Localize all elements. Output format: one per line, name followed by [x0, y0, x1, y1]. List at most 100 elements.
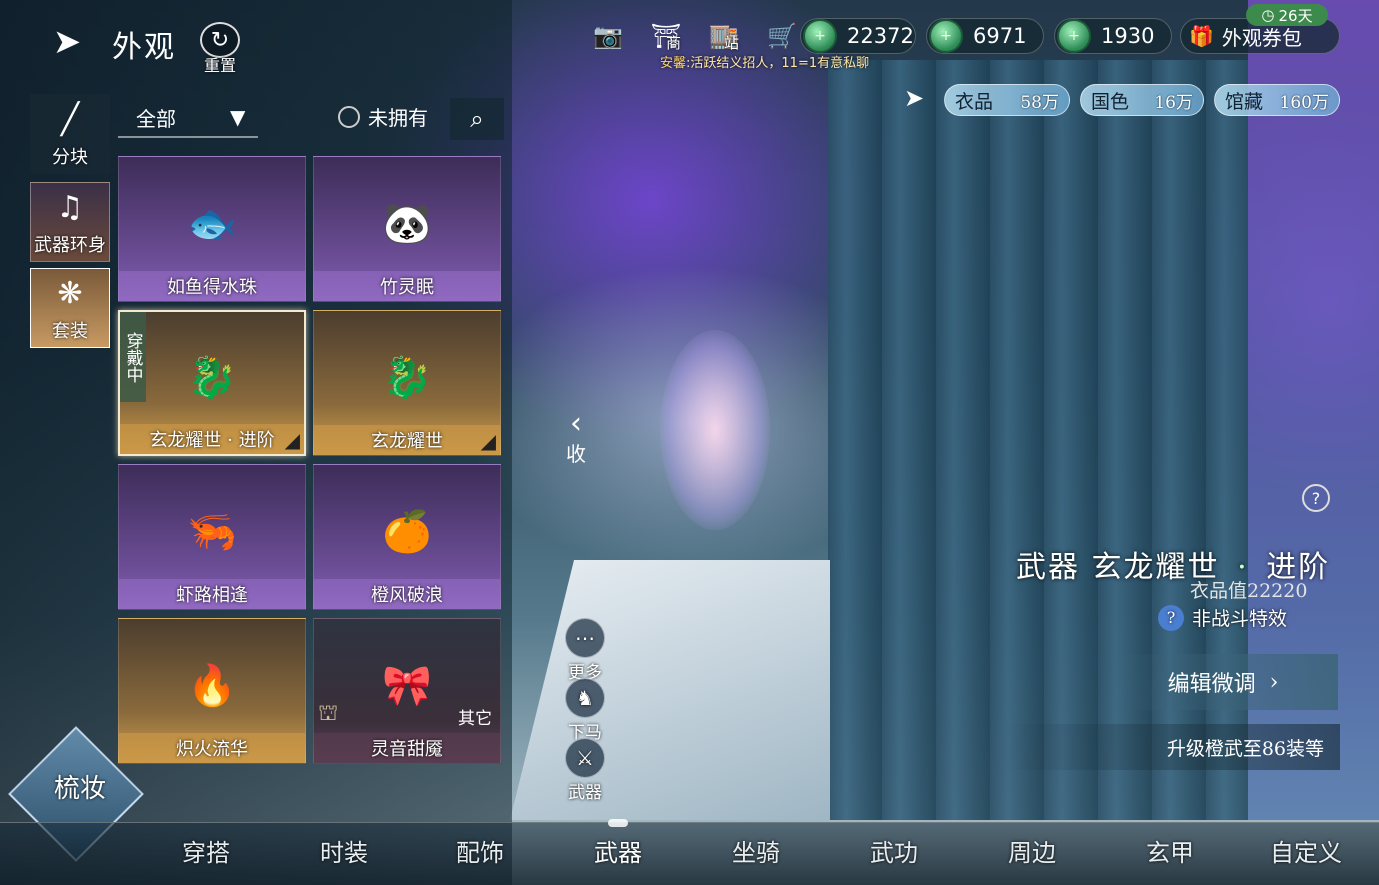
notice-text: :活跃结义招人，11=1有意私聊 — [686, 56, 870, 71]
quality-value: 衣品值22220 — [1190, 580, 1308, 602]
unowned-filter-toggle[interactable]: 未拥有 — [338, 102, 428, 131]
item-name: 竹灵眠 — [314, 271, 500, 301]
corner-mark-icon: ◢ — [284, 428, 300, 452]
cart-icon: 🛒 — [767, 22, 797, 50]
unowned-label: 未拥有 — [368, 106, 428, 130]
tab-armor[interactable]: 玄甲 — [1146, 833, 1194, 868]
question-icon: ? — [1158, 604, 1184, 631]
tab-mount[interactable]: 坐骑 — [732, 833, 780, 868]
side-tab-suit[interactable]: ❋ 套装 — [30, 268, 110, 348]
tab-outfit[interactable]: 穿搭 — [182, 833, 230, 868]
tab-accessories[interactable]: 配饰 — [456, 833, 504, 868]
item-name: 玄龙耀世 — [314, 425, 500, 455]
wearing-badge: 穿戴中 — [120, 312, 146, 402]
bottom-nav: 穿搭 时装 配饰 武器 坐骑 武功 周边 玄甲 自定义 — [0, 822, 1379, 885]
item-card[interactable]: 🍊 橙风破浪 — [313, 464, 501, 610]
top-icon-bar: 📷 ⛩ 商 🏬 站 🛒 — [588, 18, 802, 54]
more-dots-icon: ⋯ — [565, 618, 605, 658]
stat-clothing-score[interactable]: 衣品 58万 — [944, 84, 1070, 116]
horse-icon: ♞ — [565, 678, 605, 718]
item-card[interactable]: 🦐 虾路相逢 — [118, 464, 306, 610]
item-card-selected[interactable]: 🐉 穿戴中 玄龙耀世 · 进阶 ◢ — [118, 310, 306, 456]
item-name: 玄龙耀世 · 进阶 — [120, 424, 304, 454]
stat-label: 馆藏 — [1225, 90, 1264, 113]
stat-beauty-score[interactable]: 国色 16万 — [1080, 84, 1204, 116]
station-label: 站 — [724, 34, 740, 52]
stat-value: 58万 — [1020, 92, 1059, 113]
dismount-button[interactable]: ♞ 下马 — [562, 678, 608, 743]
panda-icon: 🐼 — [382, 200, 432, 247]
currency-jade-2[interactable]: + 6971 — [926, 18, 1044, 54]
station-button[interactable]: 🏬 站 — [704, 18, 744, 54]
clock-icon: ◷ — [1261, 6, 1275, 24]
corner-mark-icon: ◢ — [480, 429, 496, 453]
currency-value: 1930 — [1101, 24, 1155, 48]
item-card[interactable]: 🔥 炽火流华 — [118, 618, 306, 764]
item-card[interactable]: 🐼 竹灵眠 — [313, 156, 501, 302]
stat-label: 衣品 — [955, 90, 994, 113]
action-label: 武器 — [568, 783, 602, 803]
stat-value: 160万 — [1279, 92, 1329, 113]
camera-icon: 📷 — [593, 22, 623, 50]
character-model[interactable] — [660, 330, 770, 530]
more-button[interactable]: ⋯ 更多 — [562, 618, 608, 683]
shrimp-icon: 🦐 — [187, 508, 237, 555]
search-button[interactable]: ⌕ — [450, 98, 504, 140]
camera-button[interactable]: 📷 — [588, 18, 628, 54]
back-button[interactable]: ➤ — [38, 20, 96, 64]
upgrade-hint: 升级橙武至86装等 — [1000, 724, 1340, 770]
filter-all-label: 全部 — [136, 106, 176, 131]
lock-icon: ⛫ — [318, 701, 339, 726]
tab-martial-arts[interactable]: 武功 — [870, 833, 918, 868]
currency-jade-1[interactable]: + 22372 — [800, 18, 916, 54]
currency-jade-3[interactable]: + 1930 — [1054, 18, 1172, 54]
item-card[interactable]: 🐉 玄龙耀世 ◢ — [313, 310, 501, 456]
weapon-category: 武器 — [1016, 550, 1080, 585]
item-card[interactable]: 🐟 如鱼得水珠 — [118, 156, 306, 302]
collapse-panel-button[interactable]: ‹ 收 — [562, 409, 590, 467]
stat-collection-score[interactable]: 馆藏 160万 — [1214, 84, 1340, 116]
orange-wave-icon: 🍊 — [382, 508, 432, 555]
tab-fashion[interactable]: 时装 — [320, 833, 368, 868]
jade-coin-icon: + — [1057, 19, 1091, 53]
help-icon[interactable]: ? — [1302, 484, 1330, 512]
search-icon: ⌕ — [470, 105, 484, 133]
reset-label: 重置 — [203, 56, 236, 75]
side-tab-label: 分块 — [52, 147, 88, 168]
sword-icon: ╱ — [60, 102, 80, 137]
category-filter-dropdown[interactable]: 全部 ▼ — [118, 98, 258, 138]
item-card[interactable]: 🎀 ⛫ 其它 灵音甜魇 — [313, 618, 501, 764]
stat-value: 16万 — [1154, 92, 1193, 113]
stats-arrow-icon[interactable]: ➤ — [904, 84, 924, 112]
item-name: 如鱼得水珠 — [119, 271, 305, 301]
weapon-button[interactable]: ⚔ 武器 — [562, 738, 608, 803]
reset-button[interactable]: ↻ 重置 — [196, 22, 244, 76]
page-title: 外观 — [112, 30, 176, 65]
cart-button[interactable]: 🛒 — [762, 18, 802, 54]
bow-ornament-icon: 🎀 — [382, 662, 432, 709]
shop-button[interactable]: ⛩ 商 — [646, 18, 686, 54]
chat-notice[interactable]: 安馨:活跃结义招人，11=1有意私聊 — [660, 52, 869, 71]
noncombat-effect-info[interactable]: ? 非战斗特效 — [1158, 604, 1287, 631]
side-tab-segment[interactable]: ╱ 分块 — [30, 94, 110, 174]
tab-custom[interactable]: 自定义 — [1270, 833, 1342, 868]
collapse-label: 收 — [566, 442, 586, 466]
noncombat-label: 非战斗特效 — [1192, 608, 1288, 630]
music-note-icon: ♫ — [56, 190, 84, 225]
edit-label: 编辑微调 — [1167, 672, 1256, 697]
chevron-right-icon: › — [1269, 669, 1279, 695]
dragon-weapon-icon: 🐉 — [187, 354, 237, 401]
flame-icon: 🔥 — [187, 662, 237, 709]
side-tab-label: 武器环身 — [34, 235, 106, 256]
days-badge-text: 26天 — [1278, 6, 1313, 25]
radio-circle-icon — [338, 105, 360, 128]
makeup-label: 梳妆 — [53, 774, 106, 804]
tab-weapon[interactable]: 武器 — [594, 833, 642, 868]
item-name: 橙风破浪 — [314, 579, 500, 609]
edit-adjust-button[interactable]: 编辑微调 › — [1108, 654, 1338, 710]
tab-peripheral[interactable]: 周边 — [1008, 833, 1056, 868]
weapon-icon: ⚔ — [565, 738, 605, 778]
chevron-down-icon: ▼ — [230, 105, 246, 129]
currency-value: 22372 — [847, 24, 914, 48]
side-tab-weapon-aura[interactable]: ♫ 武器环身 — [30, 182, 110, 262]
